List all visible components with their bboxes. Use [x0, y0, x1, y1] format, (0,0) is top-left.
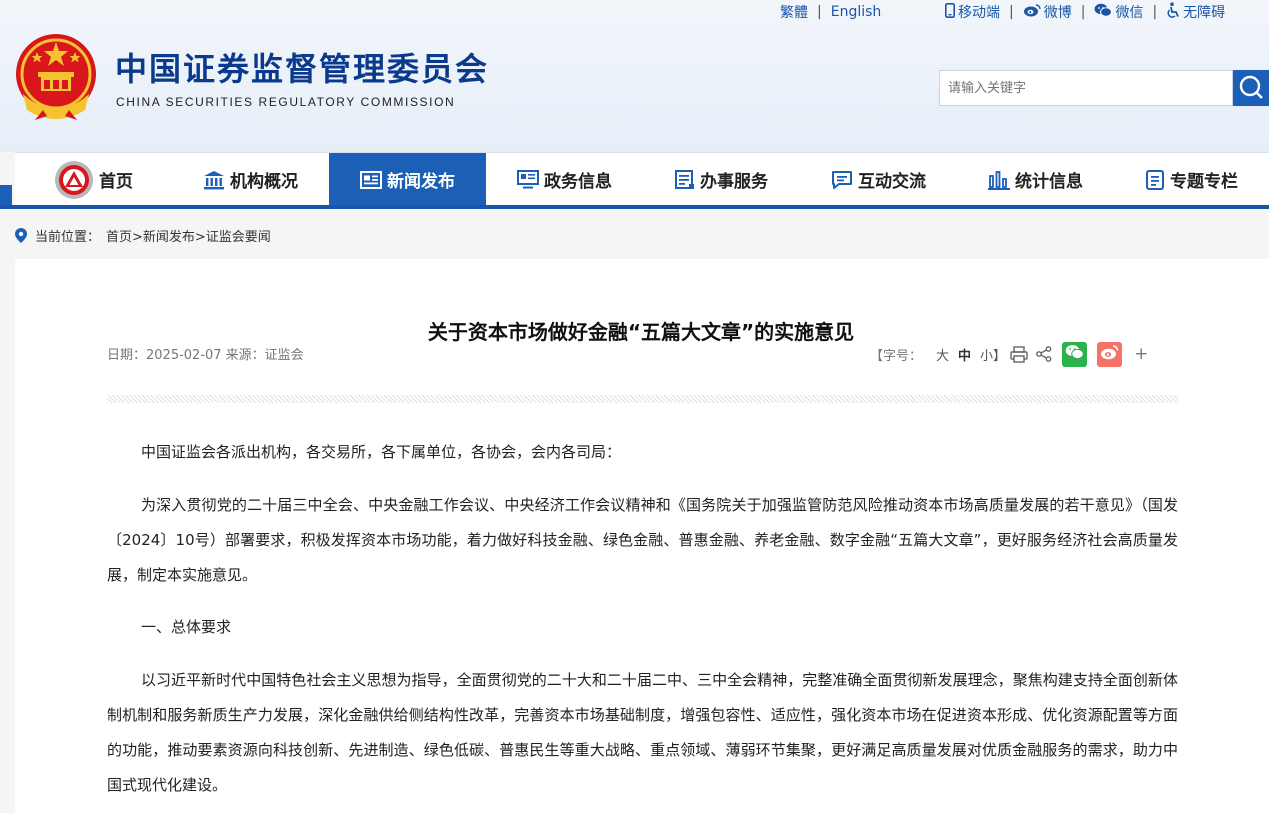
separator: |: [1080, 4, 1086, 20]
news-icon: [360, 170, 382, 189]
wechat-link-label: 微信: [1115, 5, 1144, 21]
mobile-link[interactable]: 移动端: [945, 2, 1000, 22]
article-tools: 【字号： 大 中 小】 +: [870, 340, 1148, 368]
site-subtitle: CHINA SECURITIES REGULATORY COMMISSION: [116, 95, 456, 109]
english-link[interactable]: English: [831, 4, 882, 20]
separator: |: [1009, 4, 1014, 20]
nav-item-services[interactable]: 办事服务: [643, 153, 800, 206]
weibo-icon: [1023, 3, 1041, 21]
font-size-small[interactable]: 小】: [980, 345, 1006, 364]
nav-item-label: 新闻发布: [387, 172, 455, 192]
chat-icon: [831, 170, 853, 190]
accessibility-icon: [1166, 2, 1180, 22]
share-icon[interactable]: [1036, 346, 1052, 362]
nav-item-special-topics[interactable]: 专题专栏: [1114, 153, 1269, 206]
print-icon[interactable]: [1010, 345, 1028, 363]
nav-item-label: 统计信息: [1015, 172, 1083, 192]
nav-item-government-info[interactable]: 政务信息: [486, 153, 643, 206]
nav-item-label: 互动交流: [858, 172, 926, 192]
title-divider: [107, 395, 1178, 403]
article-section-heading: 一、总体要求: [141, 618, 232, 636]
location-pin-icon: [15, 227, 27, 243]
weibo-share-button[interactable]: [1097, 341, 1123, 367]
nav-item-statistics[interactable]: 统计信息: [957, 153, 1114, 206]
nav-item-label: 政务信息: [544, 172, 612, 192]
monitor-icon: [517, 169, 539, 190]
wechat-share-button[interactable]: [1062, 341, 1088, 367]
nav-item-interaction[interactable]: 互动交流: [800, 153, 957, 206]
nav-item-home[interactable]: 首页: [15, 153, 172, 206]
breadcrumb: 当前位置： 首页>新闻发布>证监会要闻: [15, 226, 271, 245]
search-input[interactable]: [939, 70, 1233, 106]
accessibility-link-label: 无障碍: [1183, 5, 1226, 21]
nav-item-label: 专题专栏: [1170, 172, 1238, 192]
nav-underline: [0, 205, 1269, 209]
font-size-large[interactable]: 大: [936, 345, 949, 364]
search-icon: [1238, 74, 1264, 103]
wechat-icon: [1094, 3, 1113, 21]
csrc-logo-icon: [54, 160, 94, 200]
national-emblem-icon: [13, 32, 99, 122]
weibo-icon: [1100, 344, 1119, 364]
search-button[interactable]: [1233, 70, 1269, 106]
wechat-link[interactable]: 微信: [1094, 2, 1143, 22]
wechat-icon: [1065, 344, 1084, 364]
font-size-label: 【字号：: [870, 348, 923, 364]
service-links: 移动端 | 微博 | 微信 | 无障碍: [945, 2, 1225, 22]
nav-item-news[interactable]: 新闻发布: [329, 153, 486, 206]
breadcrumb-path[interactable]: 首页>新闻发布>证监会要闻: [106, 226, 271, 245]
font-size-medium[interactable]: 中: [958, 345, 971, 364]
article-paragraph: 中国证监会各派出机构，各交易所，各下属单位，各协会，会内各司局：: [141, 443, 622, 461]
mobile-icon: [945, 2, 955, 22]
page-icon: [1145, 169, 1165, 190]
nav-item-label: 办事服务: [700, 172, 768, 192]
nav-item-about[interactable]: 机构概况: [172, 153, 329, 206]
site-title: 中国证券监督管理委员会: [115, 50, 490, 88]
language-links: 繁體 | English: [780, 3, 881, 21]
weibo-link-label: 微博: [1043, 5, 1072, 21]
accessibility-link[interactable]: 无障碍: [1166, 2, 1225, 22]
bar-chart-icon: [988, 170, 1010, 190]
mobile-link-label: 移动端: [958, 5, 1000, 21]
building-icon: [203, 170, 225, 190]
nav-item-label: 机构概况: [230, 172, 298, 192]
breadcrumb-prefix: 当前位置：: [35, 229, 101, 245]
article-paragraph: 以习近平新时代中国特色社会主义思想为指导，全面贯彻党的二十大和二十届二中、三中全…: [107, 671, 1178, 794]
article-paragraph: 为深入贯彻党的二十届三中全会、中央金融工作会议、中央经济工作会议精神和《国务院关…: [107, 496, 1178, 584]
more-share-button[interactable]: +: [1134, 344, 1148, 364]
separator: |: [1152, 4, 1158, 20]
site-header: 繁體 | English 移动端 | 微博 | 微信 | 无障碍 中国证券监督管…: [0, 0, 1269, 152]
nav-item-label: 首页: [99, 172, 133, 192]
document-list-icon: [675, 169, 695, 190]
separator: |: [817, 4, 822, 20]
article-meta: 日期：2025-02-07 来源：证监会: [107, 348, 304, 363]
weibo-link[interactable]: 微博: [1023, 2, 1072, 22]
traditional-chinese-link[interactable]: 繁體: [780, 2, 808, 22]
main-nav: 首页 机构概况 新闻发布 政务信息 办事服务 互动交流 统计信息 专题专栏: [15, 152, 1269, 206]
